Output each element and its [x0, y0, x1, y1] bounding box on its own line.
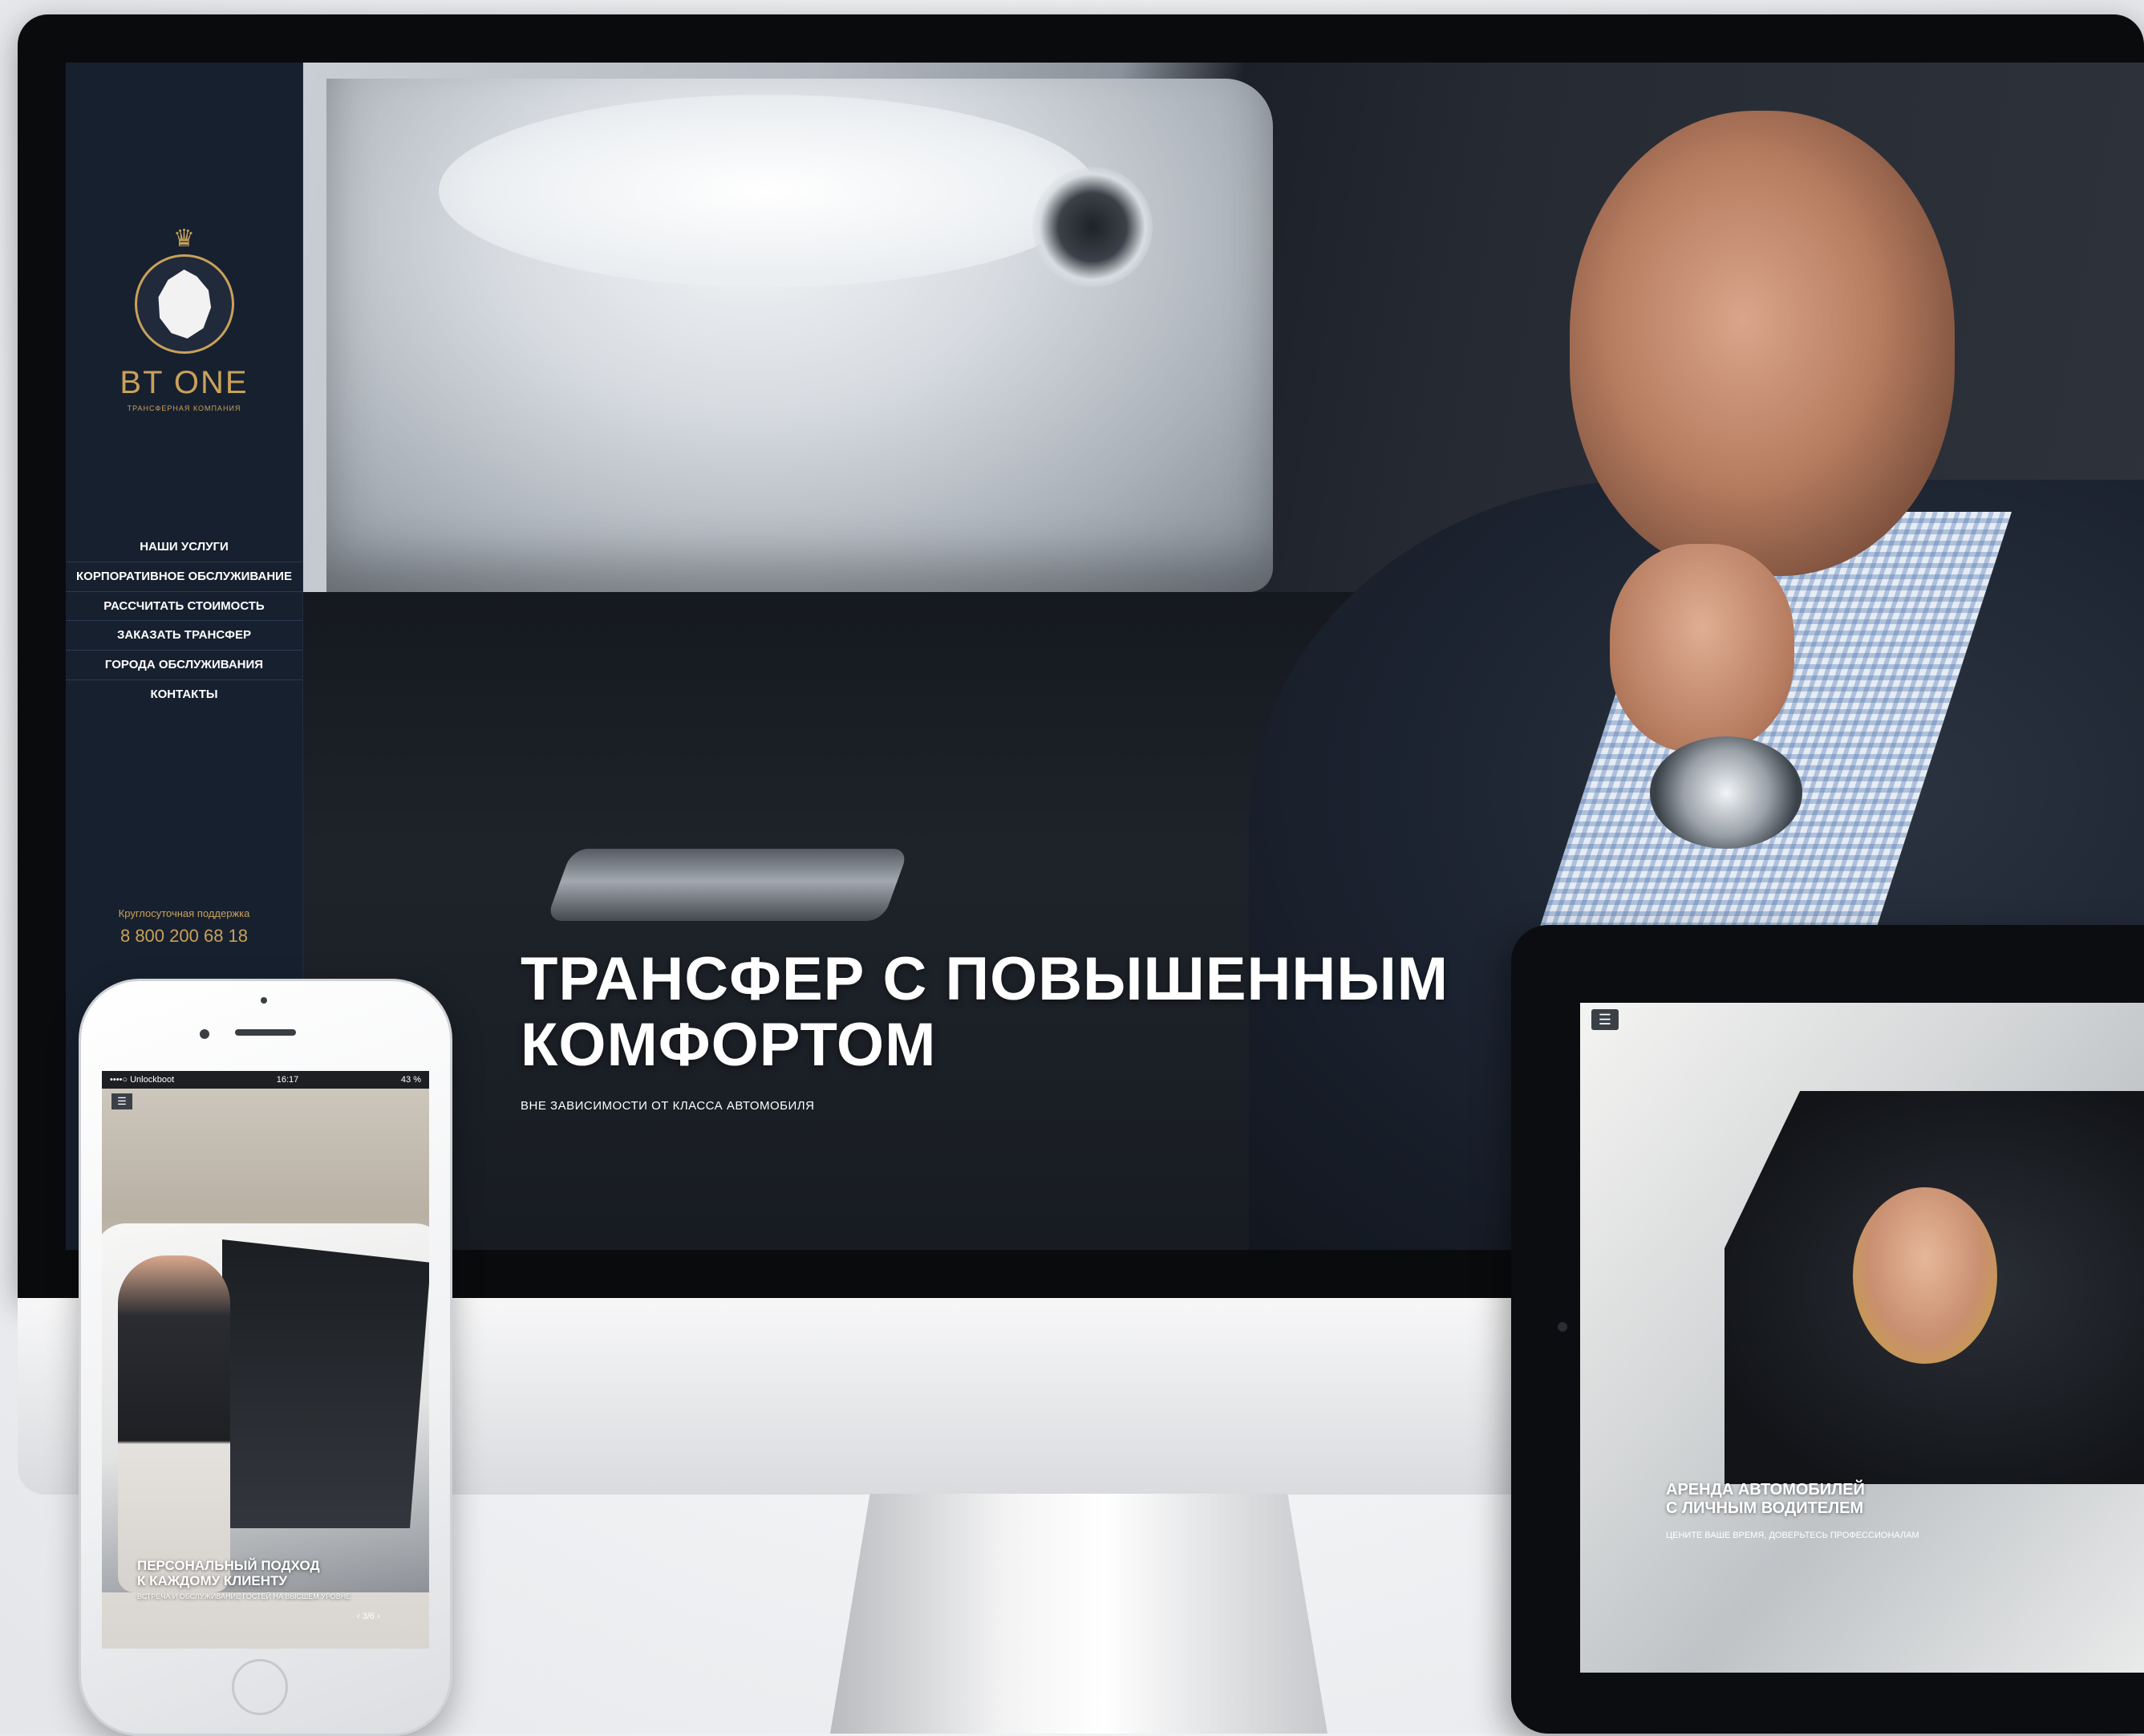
- logo-tagline: ТРАНСФЕРНАЯ КОМПАНИЯ: [127, 404, 241, 412]
- phone-sensor: [261, 997, 267, 1004]
- logo-emblem[interactable]: [134, 254, 234, 354]
- tablet-device: ☰ АРЕНДА АВТОМОБИЛЕЙ С ЛИЧНЫМ ВОДИТЕЛЕМ …: [1511, 925, 2144, 1734]
- phone-slide-title: ПЕРСОНАЛЬНЫЙ ПОДХОД К КАЖДОМУ КЛИЕНТУ: [137, 1558, 320, 1588]
- phone-title-line-2: К КАЖДОМУ КЛИЕНТУ: [137, 1572, 288, 1588]
- hero-plane-image: [439, 95, 1096, 287]
- tablet-slide-subtitle: ЦЕНИТЕ ВАШЕ ВРЕМЯ, ДОВЕРЬТЕСЬ ПРОФЕССИОН…: [1666, 1531, 1919, 1540]
- phone-title-line-1: ПЕРСОНАЛЬНЫЙ ПОДХОД: [137, 1558, 320, 1573]
- phone-speaker: [235, 1029, 296, 1036]
- hamburger-menu-icon[interactable]: ☰: [1591, 1009, 1619, 1030]
- nav-item-corporate[interactable]: КОРПОРАТИВНОЕ ОБСЛУЖИВАНИЕ: [66, 562, 302, 592]
- nav-item-cities[interactable]: ГОРОДА ОБСЛУЖИВАНИЯ: [66, 651, 302, 680]
- imac-stand: [830, 1494, 1327, 1734]
- status-carrier: ••••○ Unlockboot: [110, 1075, 175, 1085]
- nav-item-order-transfer[interactable]: ЗАКАЗАТЬ ТРАНСФЕР: [66, 621, 302, 651]
- logo-name[interactable]: BT ONE: [120, 365, 248, 401]
- phone-slide-subtitle: ВСТРЕЧА И ОБСЛУЖИВАНИЕ ГОСТЕЙ НА ВЫСШЕМ …: [137, 1592, 351, 1600]
- hero-door-handle: [545, 849, 910, 921]
- hero-plane-engine: [1032, 167, 1153, 287]
- support-phone[interactable]: 8 800 200 68 18: [119, 926, 250, 947]
- phone-home-button[interactable]: [232, 1659, 288, 1715]
- tablet-title-line-1: АРЕНДА АВТОМОБИЛЕЙ: [1666, 1481, 1865, 1499]
- phone-screen: ••••○ Unlockboot 16:17 43 % ☰ ПЕРСОНАЛЬН…: [102, 1071, 429, 1649]
- nav-item-services[interactable]: НАШИ УСЛУГИ: [66, 533, 302, 562]
- hero-subtitle: ВНЕ ЗАВИСИМОСТИ ОТ КЛАССА АВТОМОБИЛЯ: [521, 1099, 815, 1113]
- phone-device: ••••○ Unlockboot 16:17 43 % ☰ ПЕРСОНАЛЬН…: [79, 979, 452, 1736]
- sidebar-nav: НАШИ УСЛУГИ КОРПОРАТИВНОЕ ОБСЛУЖИВАНИЕ Р…: [66, 533, 302, 709]
- tablet-slide-title: АРЕНДА АВТОМОБИЛЕЙ С ЛИЧНЫМ ВОДИТЕЛЕМ: [1666, 1481, 1865, 1518]
- tablet-camera: [1558, 1322, 1567, 1332]
- hero-title-line-2: КОМФОРТОМ: [521, 1011, 937, 1080]
- status-battery: 43 %: [400, 1075, 421, 1085]
- phone-status-bar: ••••○ Unlockboot 16:17 43 %: [102, 1071, 429, 1089]
- status-time: 16:17: [276, 1075, 299, 1085]
- phone-camera: [200, 1029, 209, 1039]
- nav-item-contacts[interactable]: КОНТАКТЫ: [66, 680, 302, 709]
- hero-title: ТРАНСФЕР С ПОВЫШЕННЫМ КОМФОРТОМ: [521, 945, 1643, 1080]
- tablet-screen: ☰ АРЕНДА АВТОМОБИЛЕЙ С ЛИЧНЫМ ВОДИТЕЛЕМ …: [1580, 1003, 2144, 1673]
- hero-person-head: [1570, 111, 1955, 576]
- tablet-title-line-2: С ЛИЧНЫМ ВОДИТЕЛЕМ: [1666, 1499, 1864, 1517]
- phone-woman-image: [118, 1255, 230, 1592]
- crown-icon: ♛: [173, 225, 195, 252]
- hero-title-line-1: ТРАНСФЕР С ПОВЫШЕННЫМ: [521, 945, 1449, 1013]
- hero-person-watch: [1650, 736, 1802, 849]
- phone-car-door-image: [222, 1239, 429, 1528]
- nav-item-calculate-price[interactable]: РАССЧИТАТЬ СТОИМОСТЬ: [66, 592, 302, 622]
- support-block: Круглосуточная поддержка 8 800 200 68 18: [119, 907, 250, 947]
- hamburger-menu-icon[interactable]: ☰: [111, 1093, 132, 1109]
- lion-logo-icon: [158, 270, 212, 339]
- hero-car-window-image: [326, 79, 1273, 592]
- tablet-woman-image: [1853, 1187, 1997, 1364]
- phone-slide-pager[interactable]: ‹ 3/6 ›: [357, 1612, 380, 1621]
- support-label: Круглосуточная поддержка: [118, 907, 250, 919]
- hero-person-hand: [1610, 544, 1794, 752]
